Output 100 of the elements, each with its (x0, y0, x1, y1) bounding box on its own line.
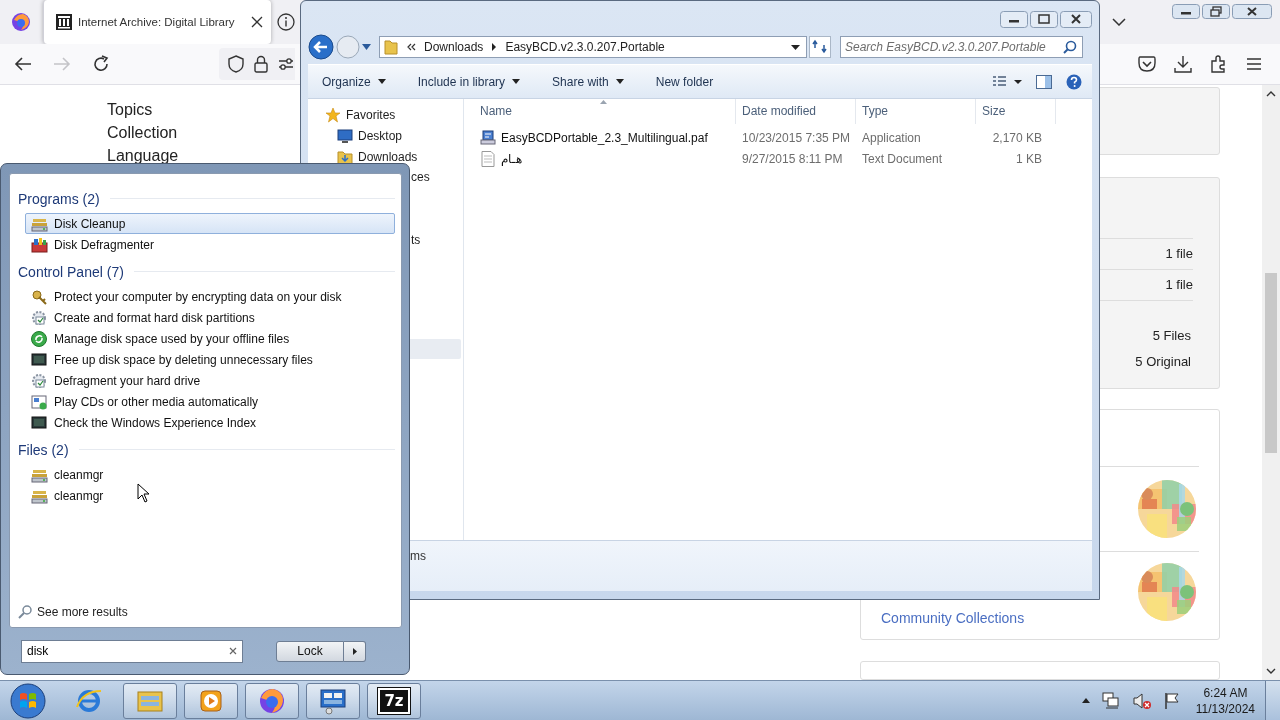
defragmenter-icon (31, 236, 48, 253)
chevron-down-icon[interactable] (1112, 18, 1126, 26)
stat-value: 5 Original (1134, 352, 1191, 371)
address-bar[interactable] (219, 48, 295, 80)
taskbar-app-button[interactable]: 7z (367, 682, 421, 719)
stat-value: 5 Files (1151, 326, 1191, 345)
flag-icon[interactable] (1163, 691, 1180, 710)
search-field[interactable]: disk (21, 639, 243, 663)
result-item[interactable]: Protect your computer by encrypting data on your disk (25, 286, 395, 307)
sync-icon (31, 330, 48, 347)
table-cell-text: Application (861, 130, 922, 145)
maximize-icon[interactable] (1030, 11, 1058, 28)
address-bar[interactable]: Downloads EasyBCD.v2.3.0.207.Portable (379, 36, 807, 58)
restore-icon[interactable] (1202, 4, 1230, 19)
show-hidden-icons-icon[interactable] (1081, 698, 1090, 703)
search-icon[interactable] (1063, 40, 1077, 54)
start-button-icon[interactable] (8, 680, 48, 720)
table-cell-text: 10/23/2015 7:35 PM (741, 130, 852, 145)
scroll-down-icon[interactable] (1266, 668, 1276, 674)
scrollbar-thumb[interactable] (1265, 273, 1277, 453)
minimize-icon[interactable] (1000, 11, 1028, 28)
file-name[interactable]: EasyBCDPortable_2.3_Multilingual.paf (474, 129, 736, 146)
arrow-right-icon (352, 647, 357, 655)
puzzle-icon[interactable] (1210, 55, 1228, 73)
column-header[interactable]: Date modified (736, 99, 856, 124)
archive-icon (56, 14, 72, 30)
shield-icon (228, 55, 244, 73)
monitor-icon (31, 414, 48, 431)
browser-tab[interactable]: Internet Archive: Digital Library (43, 0, 271, 44)
preview-pane-icon[interactable] (1036, 74, 1052, 89)
scroll-up-icon[interactable] (1266, 91, 1276, 97)
table-cell-text: 2,170 KB (991, 130, 1043, 145)
download-icon[interactable] (1174, 55, 1192, 73)
clock[interactable]: 6:24 AM 11/13/2024 (1195, 684, 1255, 717)
see-more-link[interactable]: See more results (18, 605, 395, 619)
document-icon (480, 150, 496, 167)
breadcrumb-arrow-icon[interactable] (491, 43, 498, 51)
result-item[interactable]: Free up disk space by deleting unnecessary files (25, 349, 395, 370)
minimize-icon[interactable] (1172, 4, 1200, 19)
toolbar-button[interactable]: New folder (651, 74, 718, 89)
close-icon[interactable] (251, 16, 263, 28)
browser-logo-icon[interactable] (11, 12, 31, 32)
result-item[interactable]: Play CDs or other media automatically (25, 391, 395, 412)
taskbar-app-button[interactable] (184, 682, 238, 719)
result-item[interactable]: Manage disk space used by your offline files (25, 328, 395, 349)
toolbar-button[interactable]: Share with (548, 74, 628, 89)
help-icon[interactable] (1066, 73, 1082, 90)
refresh-icon[interactable] (809, 36, 831, 58)
breadcrumb[interactable]: EasyBCD.v2.3.0.207.Portable (505, 40, 665, 54)
scrollbar[interactable] (1262, 85, 1280, 680)
gear-icon (31, 372, 48, 389)
lock-button[interactable]: Lock (276, 640, 344, 662)
result-item[interactable]: cleanmgr (25, 485, 395, 506)
sidebar-link[interactable]: Language (107, 144, 179, 167)
back-arrow-icon[interactable] (14, 55, 32, 73)
show-desktop-button[interactable] (1265, 680, 1280, 720)
taskbar-app-button[interactable] (245, 682, 299, 719)
dropdown-caret-icon (615, 79, 624, 84)
sidebar-link[interactable]: Topics (107, 98, 179, 121)
options-arrow-button[interactable] (344, 640, 366, 662)
column-header[interactable]: Size (976, 99, 1056, 124)
nav-pane-item[interactable]: Downloads (308, 146, 463, 167)
result-item[interactable]: Disk Cleanup (25, 213, 395, 234)
sidebar-link[interactable]: Collection (107, 121, 179, 144)
network-icon[interactable] (1101, 691, 1120, 710)
search-icon (18, 605, 32, 619)
close-icon[interactable] (1060, 11, 1092, 28)
media-icon (31, 393, 48, 410)
group-heading: Control Panel (7) (18, 263, 124, 280)
taskbar-app-button[interactable] (306, 682, 360, 719)
pocket-icon[interactable] (1138, 56, 1156, 72)
view-options-icon[interactable] (992, 74, 1022, 89)
nav-pane-item[interactable]: Desktop (308, 125, 463, 146)
overflow-chevron-icon[interactable] (406, 43, 416, 51)
nav-pane-item[interactable]: Favorites (308, 104, 463, 125)
taskbar-app-button[interactable] (123, 682, 177, 719)
dropdown-caret-icon (377, 79, 386, 84)
breadcrumb[interactable]: Downloads (424, 40, 484, 54)
keys-icon (31, 288, 48, 305)
menu-icon[interactable] (1246, 57, 1262, 71)
result-item[interactable]: Disk Defragmenter (25, 234, 395, 255)
file-name[interactable]: هـام (474, 150, 736, 167)
sliders-icon (278, 57, 294, 71)
application-icon (480, 129, 496, 146)
column-header[interactable]: Type (856, 99, 976, 124)
volume-muted-icon[interactable] (1131, 691, 1152, 710)
search-field[interactable]: Search EasyBCD.v2.3.0.207.Portable (840, 36, 1083, 58)
result-item[interactable]: Check the Windows Experience Index (25, 412, 395, 433)
close-icon[interactable] (1232, 4, 1272, 19)
reload-icon[interactable] (92, 55, 110, 73)
toolbar-button[interactable]: Organize (318, 74, 390, 89)
result-item[interactable]: Create and format hard disk partitions (25, 307, 395, 328)
info-icon[interactable] (277, 13, 295, 31)
clear-icon[interactable] (229, 647, 237, 655)
group-heading: Files (2) (18, 441, 69, 458)
result-item[interactable]: Defragment your hard drive (25, 370, 395, 391)
collection-link[interactable]: Community Collections (881, 610, 1025, 627)
result-item[interactable]: cleanmgr (25, 464, 395, 485)
star-icon (325, 106, 341, 123)
toolbar-button[interactable]: Include in library (413, 74, 525, 89)
